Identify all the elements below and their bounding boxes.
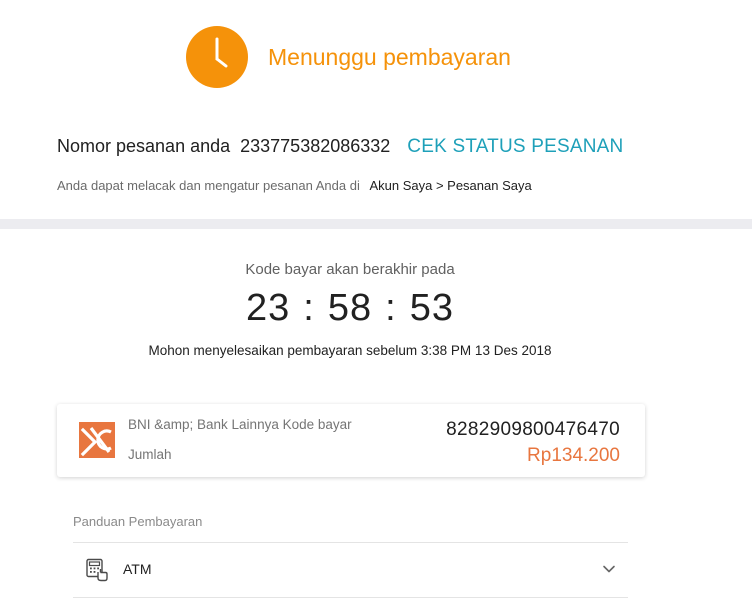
order-number: 233775382086332 (240, 136, 391, 156)
expire-label: Kode bayar akan berakhir pada (245, 261, 455, 278)
countdown-hours: 23 (246, 287, 291, 329)
track-text: Anda dapat melacak dan mengatur pesanan … (57, 178, 360, 193)
atm-icon (86, 558, 108, 582)
chevron-down-icon[interactable] (602, 562, 616, 576)
payment-code-value[interactable]: 8282909800476470 (446, 419, 620, 441)
payment-deadline: Mohon menyelesaikan pembayaran sebelum 3… (148, 343, 552, 358)
amount-value: Rp134.200 (527, 445, 620, 466)
amount-label: Jumlah (128, 447, 172, 462)
status-title: Menunggu pembayaran (268, 44, 511, 70)
countdown-minutes: 58 (327, 287, 373, 329)
order-number-label: Nomor pesanan anda (57, 136, 231, 156)
guide-item-label: ATM (123, 561, 152, 577)
payment-guide-title: Panduan Pembayaran (73, 514, 203, 529)
divider (73, 597, 628, 598)
my-orders-link[interactable]: Akun Saya > Pesanan Saya (369, 178, 531, 193)
countdown-timer: 23 : 58 : 53 (0, 287, 700, 330)
section-divider (0, 219, 752, 229)
clock-icon (186, 26, 248, 88)
guide-item-atm[interactable]: ATM (73, 543, 628, 597)
countdown-seconds: 53 (409, 287, 454, 329)
payment-code-label: BNI &amp; Bank Lainnya Kode bayar (128, 417, 352, 432)
check-order-status-link[interactable]: CEK STATUS PESANAN (407, 136, 623, 158)
countdown-separator: : (303, 287, 315, 329)
track-info: Anda dapat melacak dan mengatur pesanan … (57, 178, 532, 193)
countdown-separator: : (385, 287, 397, 329)
bni-logo-icon (79, 422, 115, 458)
order-info: Nomor pesanan anda 233775382086332 CEK S… (57, 136, 623, 158)
payment-code-card: BNI &amp; Bank Lainnya Kode bayar Jumlah… (57, 404, 645, 477)
